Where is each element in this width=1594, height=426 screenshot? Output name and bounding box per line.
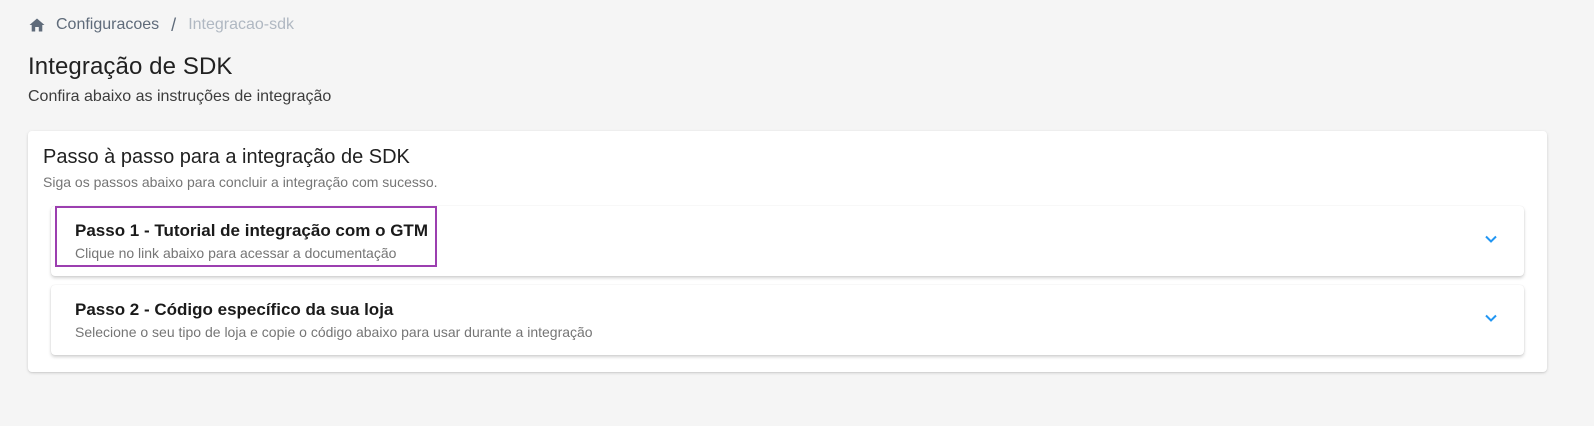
breadcrumb-separator: / — [171, 14, 177, 35]
breadcrumb-link-configuracoes[interactable]: Configuracoes — [56, 16, 159, 34]
step-2-panel[interactable]: Passo 2 - Código específico da sua loja … — [51, 285, 1524, 355]
breadcrumb-current: Integracao-sdk — [188, 16, 295, 33]
breadcrumb: Configuracoes / Integracao-sdk — [28, 14, 294, 36]
step-1-panel[interactable]: Passo 1 - Tutorial de integração com o G… — [51, 206, 1524, 276]
page-title: Integração de SDK — [28, 53, 233, 80]
step-1-header[interactable]: Passo 1 - Tutorial de integração com o G… — [75, 220, 428, 262]
integration-steps-card: Passo à passo para a integração de SDK S… — [28, 131, 1547, 372]
card-title: Passo à passo para a integração de SDK — [43, 146, 410, 168]
step-1-title: Passo 1 - Tutorial de integração com o G… — [75, 221, 428, 240]
step-2-description: Selecione o seu tipo de loja e copie o c… — [75, 324, 593, 340]
step-2-title: Passo 2 - Código específico da sua loja — [75, 300, 394, 319]
page-subtitle: Confira abaixo as instruções de integraç… — [28, 88, 332, 105]
page: Configuracoes / Integracao-sdk Integraçã… — [0, 0, 1594, 426]
step-1-description: Clique no link abaixo para acessar a doc… — [75, 245, 397, 261]
chevron-down-icon[interactable] — [1484, 232, 1498, 246]
card-subtitle: Siga os passos abaixo para concluir a in… — [43, 174, 438, 190]
home-icon[interactable] — [28, 16, 46, 34]
step-2-header[interactable]: Passo 2 - Código específico da sua loja … — [75, 299, 593, 341]
chevron-down-icon[interactable] — [1484, 311, 1498, 325]
